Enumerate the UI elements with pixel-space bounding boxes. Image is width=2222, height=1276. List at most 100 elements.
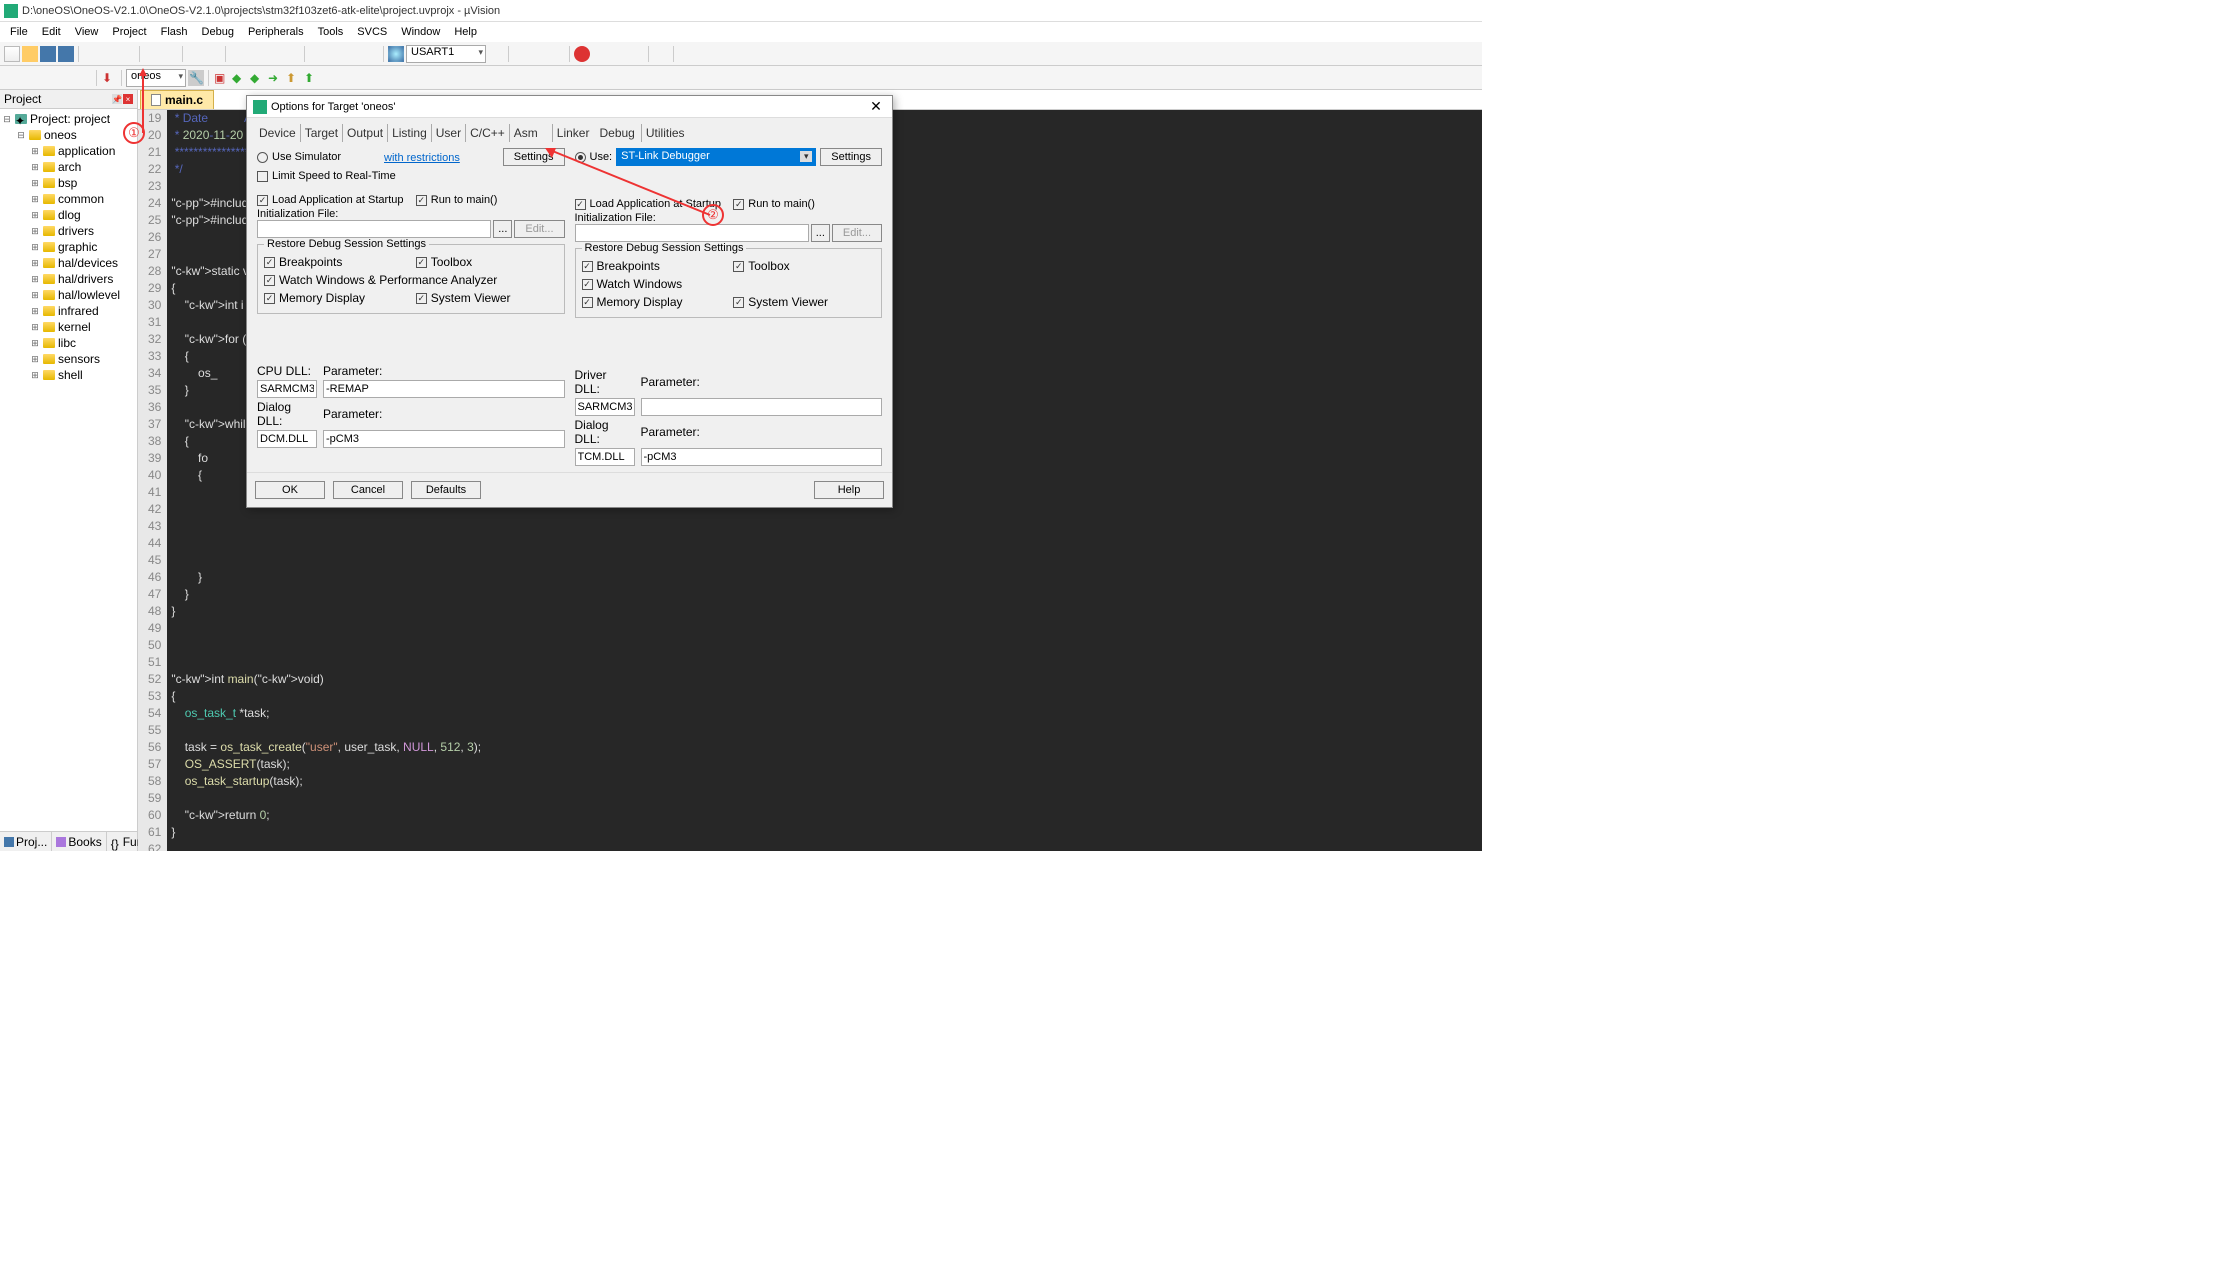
save-all-icon[interactable] xyxy=(58,46,74,62)
rec-icon[interactable] xyxy=(574,46,590,62)
tree-root[interactable]: ⊟✦Project: project xyxy=(2,111,135,127)
redo-icon[interactable] xyxy=(162,46,178,62)
dbg-init-file[interactable] xyxy=(575,224,809,242)
chk-sim-md[interactable] xyxy=(264,293,275,304)
dtab-utilities[interactable]: Utilities xyxy=(641,124,689,142)
chk-dbg-sv[interactable] xyxy=(733,297,744,308)
cpu-dll[interactable] xyxy=(257,380,317,398)
menu-tools[interactable]: Tools xyxy=(312,24,350,40)
sim-settings-button[interactable]: Settings xyxy=(503,148,565,166)
copy-icon[interactable] xyxy=(101,46,117,62)
chk-sim-sv[interactable] xyxy=(416,293,427,304)
chk-dbg-md[interactable] xyxy=(582,297,593,308)
cut-icon[interactable] xyxy=(83,46,99,62)
nav-back-icon[interactable] xyxy=(187,46,203,62)
tree-folder[interactable]: ⊞graphic xyxy=(2,239,135,255)
chk-dbg-run[interactable] xyxy=(733,199,744,210)
chk-dbg-tb[interactable] xyxy=(733,261,744,272)
dtab-asm[interactable]: Asm xyxy=(509,124,542,142)
dialog-titlebar[interactable]: Options for Target 'oneos' ✕ xyxy=(247,96,892,118)
radio-use-debugger[interactable] xyxy=(575,152,586,163)
close-panel-icon[interactable]: × xyxy=(123,94,133,104)
chk-sim-tb[interactable] xyxy=(416,257,427,268)
tab-books[interactable]: Books xyxy=(52,832,106,851)
dbg-edit-button[interactable]: Edit... xyxy=(832,224,882,242)
manage-icon[interactable]: ▣ xyxy=(213,70,229,86)
build-icon[interactable] xyxy=(22,70,38,86)
debug-icon[interactable] xyxy=(513,46,529,62)
cpu-param[interactable] xyxy=(323,380,565,398)
drv-dll[interactable] xyxy=(575,398,635,416)
tree-folder[interactable]: ⊞sensors xyxy=(2,351,135,367)
dlg-dll-r[interactable] xyxy=(575,448,635,466)
pack3-icon[interactable]: ➜ xyxy=(267,70,283,86)
cancel-button[interactable]: Cancel xyxy=(333,481,403,499)
chk-sim-bp[interactable] xyxy=(264,257,275,268)
bookmark-next-icon[interactable] xyxy=(266,46,282,62)
menu-debug[interactable]: Debug xyxy=(196,24,240,40)
chk-limit-speed[interactable] xyxy=(257,171,268,182)
config-icon[interactable] xyxy=(678,46,694,62)
tree-folder[interactable]: ⊞drivers xyxy=(2,223,135,239)
chk-dbg-bp[interactable] xyxy=(582,261,593,272)
chk-sim-run[interactable] xyxy=(416,195,427,206)
batch-build-icon[interactable] xyxy=(58,70,74,86)
comment-icon[interactable] xyxy=(345,46,361,62)
menu-edit[interactable]: Edit xyxy=(36,24,67,40)
chk-sim-ww[interactable] xyxy=(264,275,275,286)
dtab-target[interactable]: Target xyxy=(300,124,342,142)
dtab-debug[interactable]: Debug xyxy=(593,124,640,142)
menu-svcs[interactable]: SVCS xyxy=(351,24,393,40)
dlg-param-l[interactable] xyxy=(323,430,565,448)
translate-icon[interactable] xyxy=(4,70,20,86)
restrictions-link[interactable]: with restrictions xyxy=(384,152,460,164)
menu-view[interactable]: View xyxy=(69,24,105,40)
bookmark-clear-icon[interactable] xyxy=(284,46,300,62)
window-icon[interactable] xyxy=(653,46,669,62)
menu-peripherals[interactable]: Peripherals xyxy=(242,24,310,40)
dtab-listing[interactable]: Listing xyxy=(387,124,431,142)
menu-help[interactable]: Help xyxy=(448,24,483,40)
tree-folder[interactable]: ⊞infrared xyxy=(2,303,135,319)
tree-folder[interactable]: ⊞hal/drivers xyxy=(2,271,135,287)
open-icon[interactable] xyxy=(22,46,38,62)
bookmark-icon[interactable] xyxy=(230,46,246,62)
radio-simulator[interactable] xyxy=(257,152,268,163)
tree-folder[interactable]: ⊞dlog xyxy=(2,207,135,223)
tree-folder[interactable]: ⊞shell xyxy=(2,367,135,383)
dtab-output[interactable]: Output xyxy=(342,124,387,142)
nav-fwd-icon[interactable] xyxy=(205,46,221,62)
dbg-browse-button[interactable]: ... xyxy=(811,224,830,242)
indent-icon[interactable] xyxy=(309,46,325,62)
dtab-linker[interactable]: Linker xyxy=(552,124,594,142)
menu-project[interactable]: Project xyxy=(106,24,152,40)
sim-browse-button[interactable]: ... xyxy=(493,220,512,238)
rec3-icon[interactable] xyxy=(610,46,626,62)
find-in-files-icon[interactable] xyxy=(488,46,504,62)
undo-icon[interactable] xyxy=(144,46,160,62)
options-target-icon[interactable]: 🔧 xyxy=(188,70,204,86)
tree-target[interactable]: ⊟oneos xyxy=(2,127,135,143)
download-icon[interactable]: ⬇ xyxy=(101,70,117,86)
find-icon[interactable] xyxy=(388,46,404,62)
tree-folder[interactable]: ⊞common xyxy=(2,191,135,207)
dialog-close-icon[interactable]: ✕ xyxy=(866,98,886,115)
tree-folder[interactable]: ⊞bsp xyxy=(2,175,135,191)
uncomment-icon[interactable] xyxy=(363,46,379,62)
editor-tab-main[interactable]: main.c xyxy=(140,90,214,109)
outdent-icon[interactable] xyxy=(327,46,343,62)
save-icon[interactable] xyxy=(40,46,56,62)
sim-edit-button[interactable]: Edit... xyxy=(514,220,564,238)
sim-init-file[interactable] xyxy=(257,220,491,238)
dtab-cpp[interactable]: C/C++ xyxy=(465,124,509,142)
pin-icon[interactable]: 📌 xyxy=(112,94,122,104)
ok-button[interactable]: OK xyxy=(255,481,325,499)
rec4-icon[interactable] xyxy=(628,46,644,62)
defaults-button[interactable]: Defaults xyxy=(411,481,481,499)
tab-project[interactable]: Proj... xyxy=(0,832,52,851)
help-button[interactable]: Help xyxy=(814,481,884,499)
menu-file[interactable]: File xyxy=(4,24,34,40)
chk-sim-load[interactable] xyxy=(257,195,268,206)
tree-folder[interactable]: ⊞arch xyxy=(2,159,135,175)
tree-folder[interactable]: ⊞libc xyxy=(2,335,135,351)
